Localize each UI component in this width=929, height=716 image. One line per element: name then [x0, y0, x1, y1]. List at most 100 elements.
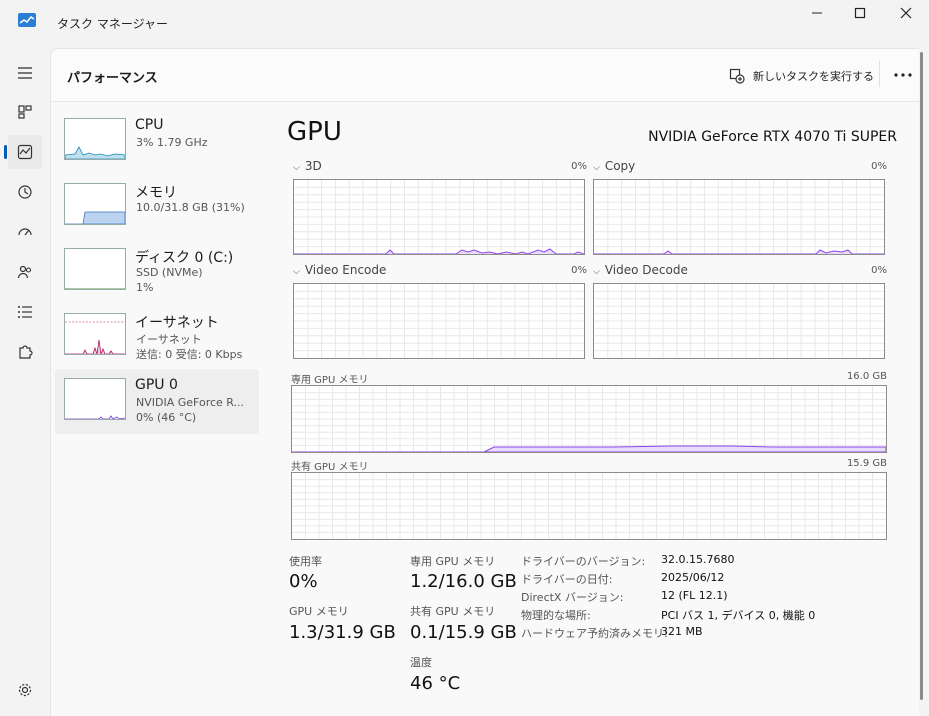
header-divider — [879, 61, 880, 87]
info-value: 321 MB — [661, 625, 703, 638]
cpu-thumbnail-graph — [64, 118, 126, 160]
device-throughput: 送信: 0 受信: 0 Kbps — [136, 348, 243, 361]
shared-memory-max: 15.9 GB — [846, 458, 887, 469]
engine-copy-pct: 0% — [871, 161, 887, 172]
nav-users[interactable] — [8, 255, 42, 289]
nav-services[interactable] — [8, 335, 42, 369]
device-name: GPU 0 — [135, 377, 178, 393]
nav-menu-button[interactable] — [8, 56, 42, 90]
engine-video-decode-selector[interactable]: ⌵ Video Decode — [593, 263, 688, 277]
nav-details[interactable] — [8, 295, 42, 329]
dedicated-stat-value: 1.2/16.0 GB — [410, 571, 517, 592]
nav-processes[interactable] — [8, 95, 42, 129]
temperature-label: 温度 — [410, 656, 432, 669]
maximize-button[interactable] — [837, 0, 883, 26]
hamburger-icon — [18, 67, 32, 79]
engine-copy-selector[interactable]: ⌵ Copy — [593, 159, 635, 173]
engine-3d-selector[interactable]: ⌵ 3D — [293, 159, 322, 173]
close-button[interactable] — [883, 0, 929, 26]
nav-settings[interactable] — [8, 673, 42, 707]
nav-startup-apps[interactable] — [8, 215, 42, 249]
info-key: ハードウェア予約済みメモリ: — [521, 627, 668, 640]
engine-video-decode-pct: 0% — [871, 265, 887, 276]
minimize-button[interactable] — [794, 0, 840, 26]
more-icon — [894, 73, 912, 77]
ethernet-thumbnail-graph — [64, 313, 126, 355]
shared-stat-label: 共有 GPU メモリ — [410, 605, 496, 618]
speedometer-icon — [18, 228, 32, 236]
engine-video-decode-graph — [593, 283, 885, 359]
run-task-icon — [729, 68, 745, 84]
device-disk[interactable]: ディスク 0 (C:) SSD (NVMe) 1% — [55, 239, 259, 304]
info-key: ドライバーのバージョン: — [521, 555, 646, 568]
nav-app-history[interactable] — [8, 175, 42, 209]
close-icon — [900, 7, 912, 19]
engine-video-encode-selector[interactable]: ⌵ Video Encode — [293, 263, 386, 277]
usage-label: 使用率 — [289, 555, 322, 568]
gpu-detail: GPU NVIDIA GeForce RTX 4070 Ti SUPER ⌵ 3D… — [287, 109, 897, 709]
info-value: PCI バス 1, デバイス 0, 機能 0 — [661, 609, 816, 622]
device-memory[interactable]: メモリ 10.0/31.8 GB (31%) — [55, 174, 259, 239]
disk-thumbnail-graph — [64, 248, 126, 290]
info-key: ドライバーの日付: — [521, 573, 613, 586]
device-name: イーサネット — [135, 315, 219, 331]
navigation-rail — [0, 48, 50, 715]
users-icon — [17, 265, 32, 279]
device-detail: 3% 1.79 GHz — [136, 136, 208, 149]
minimize-icon — [812, 12, 822, 14]
chevron-down-icon: ⌵ — [593, 267, 600, 277]
device-cpu[interactable]: CPU 3% 1.79 GHz — [55, 109, 259, 174]
gpu-memory-label: GPU メモリ — [289, 605, 349, 618]
page-title: パフォーマンス — [67, 71, 158, 86]
more-options-button[interactable] — [889, 67, 917, 83]
dedicated-stat-label: 専用 GPU メモリ — [410, 555, 496, 568]
device-list: CPU 3% 1.79 GHz メモリ 10.0/31.8 GB (31%) デ… — [55, 109, 259, 434]
info-key: 物理的な場所: — [521, 609, 591, 622]
page-header: パフォーマンス 新しいタスクを実行する — [51, 49, 919, 102]
shared-stat-value: 0.1/15.9 GB — [410, 622, 517, 643]
history-icon — [18, 185, 32, 199]
task-manager-icon — [18, 13, 36, 27]
dedicated-memory-label: 専用 GPU メモリ — [291, 375, 369, 386]
run-new-task-label: 新しいタスクを実行する — [753, 70, 874, 83]
info-key: DirectX バージョン: — [521, 591, 624, 604]
gpu-thumbnail-graph — [64, 378, 126, 420]
performance-icon — [17, 144, 33, 160]
gpu-memory-value: 1.3/31.9 GB — [289, 622, 396, 643]
main-panel: パフォーマンス 新しいタスクを実行する CPU 3% 1.79 GHz メモリ … — [50, 48, 919, 716]
device-ethernet[interactable]: イーサネット イーサネット 送信: 0 受信: 0 Kbps — [55, 304, 259, 369]
device-detail: NVIDIA GeForce R... — [136, 396, 245, 409]
engine-copy-graph — [593, 179, 885, 255]
shared-memory-graph — [291, 472, 887, 540]
device-detail: SSD (NVMe) — [136, 266, 203, 279]
dedicated-memory-max: 16.0 GB — [846, 371, 887, 382]
nav-performance[interactable] — [4, 135, 42, 169]
chevron-down-icon: ⌵ — [593, 163, 600, 173]
device-usage: 0% (46 °C) — [136, 411, 197, 424]
chevron-down-icon: ⌵ — [293, 163, 300, 173]
window-title: タスク マネージャー — [57, 17, 168, 31]
gpu-model: NVIDIA GeForce RTX 4070 Ti SUPER — [648, 129, 897, 145]
shared-memory-label: 共有 GPU メモリ — [291, 462, 369, 473]
engine-3d-graph — [293, 179, 585, 255]
maximize-icon — [854, 7, 866, 19]
services-puzzle-icon — [19, 345, 33, 359]
chevron-down-icon: ⌵ — [293, 267, 300, 277]
device-usage: 1% — [136, 281, 154, 294]
info-value: 32.0.15.7680 — [661, 553, 735, 566]
engine-video-encode-pct: 0% — [571, 265, 587, 276]
device-gpu[interactable]: GPU 0 NVIDIA GeForce R... 0% (46 °C) — [55, 369, 259, 434]
usage-value: 0% — [289, 571, 318, 592]
info-value: 2025/06/12 — [661, 571, 725, 584]
temperature-value: 46 °C — [410, 673, 461, 694]
device-detail: イーサネット — [136, 333, 202, 346]
scrollbar[interactable] — [920, 52, 923, 700]
engine-3d-pct: 0% — [571, 161, 587, 172]
dedicated-memory-graph — [291, 385, 887, 453]
memory-thumbnail-graph — [64, 183, 126, 225]
run-new-task-button[interactable]: 新しいタスクを実行する — [729, 65, 874, 87]
processes-icon — [18, 105, 32, 119]
gpu-title: GPU — [287, 117, 342, 147]
info-value: 12 (FL 12.1) — [661, 589, 728, 602]
device-detail: 10.0/31.8 GB (31%) — [136, 201, 245, 214]
